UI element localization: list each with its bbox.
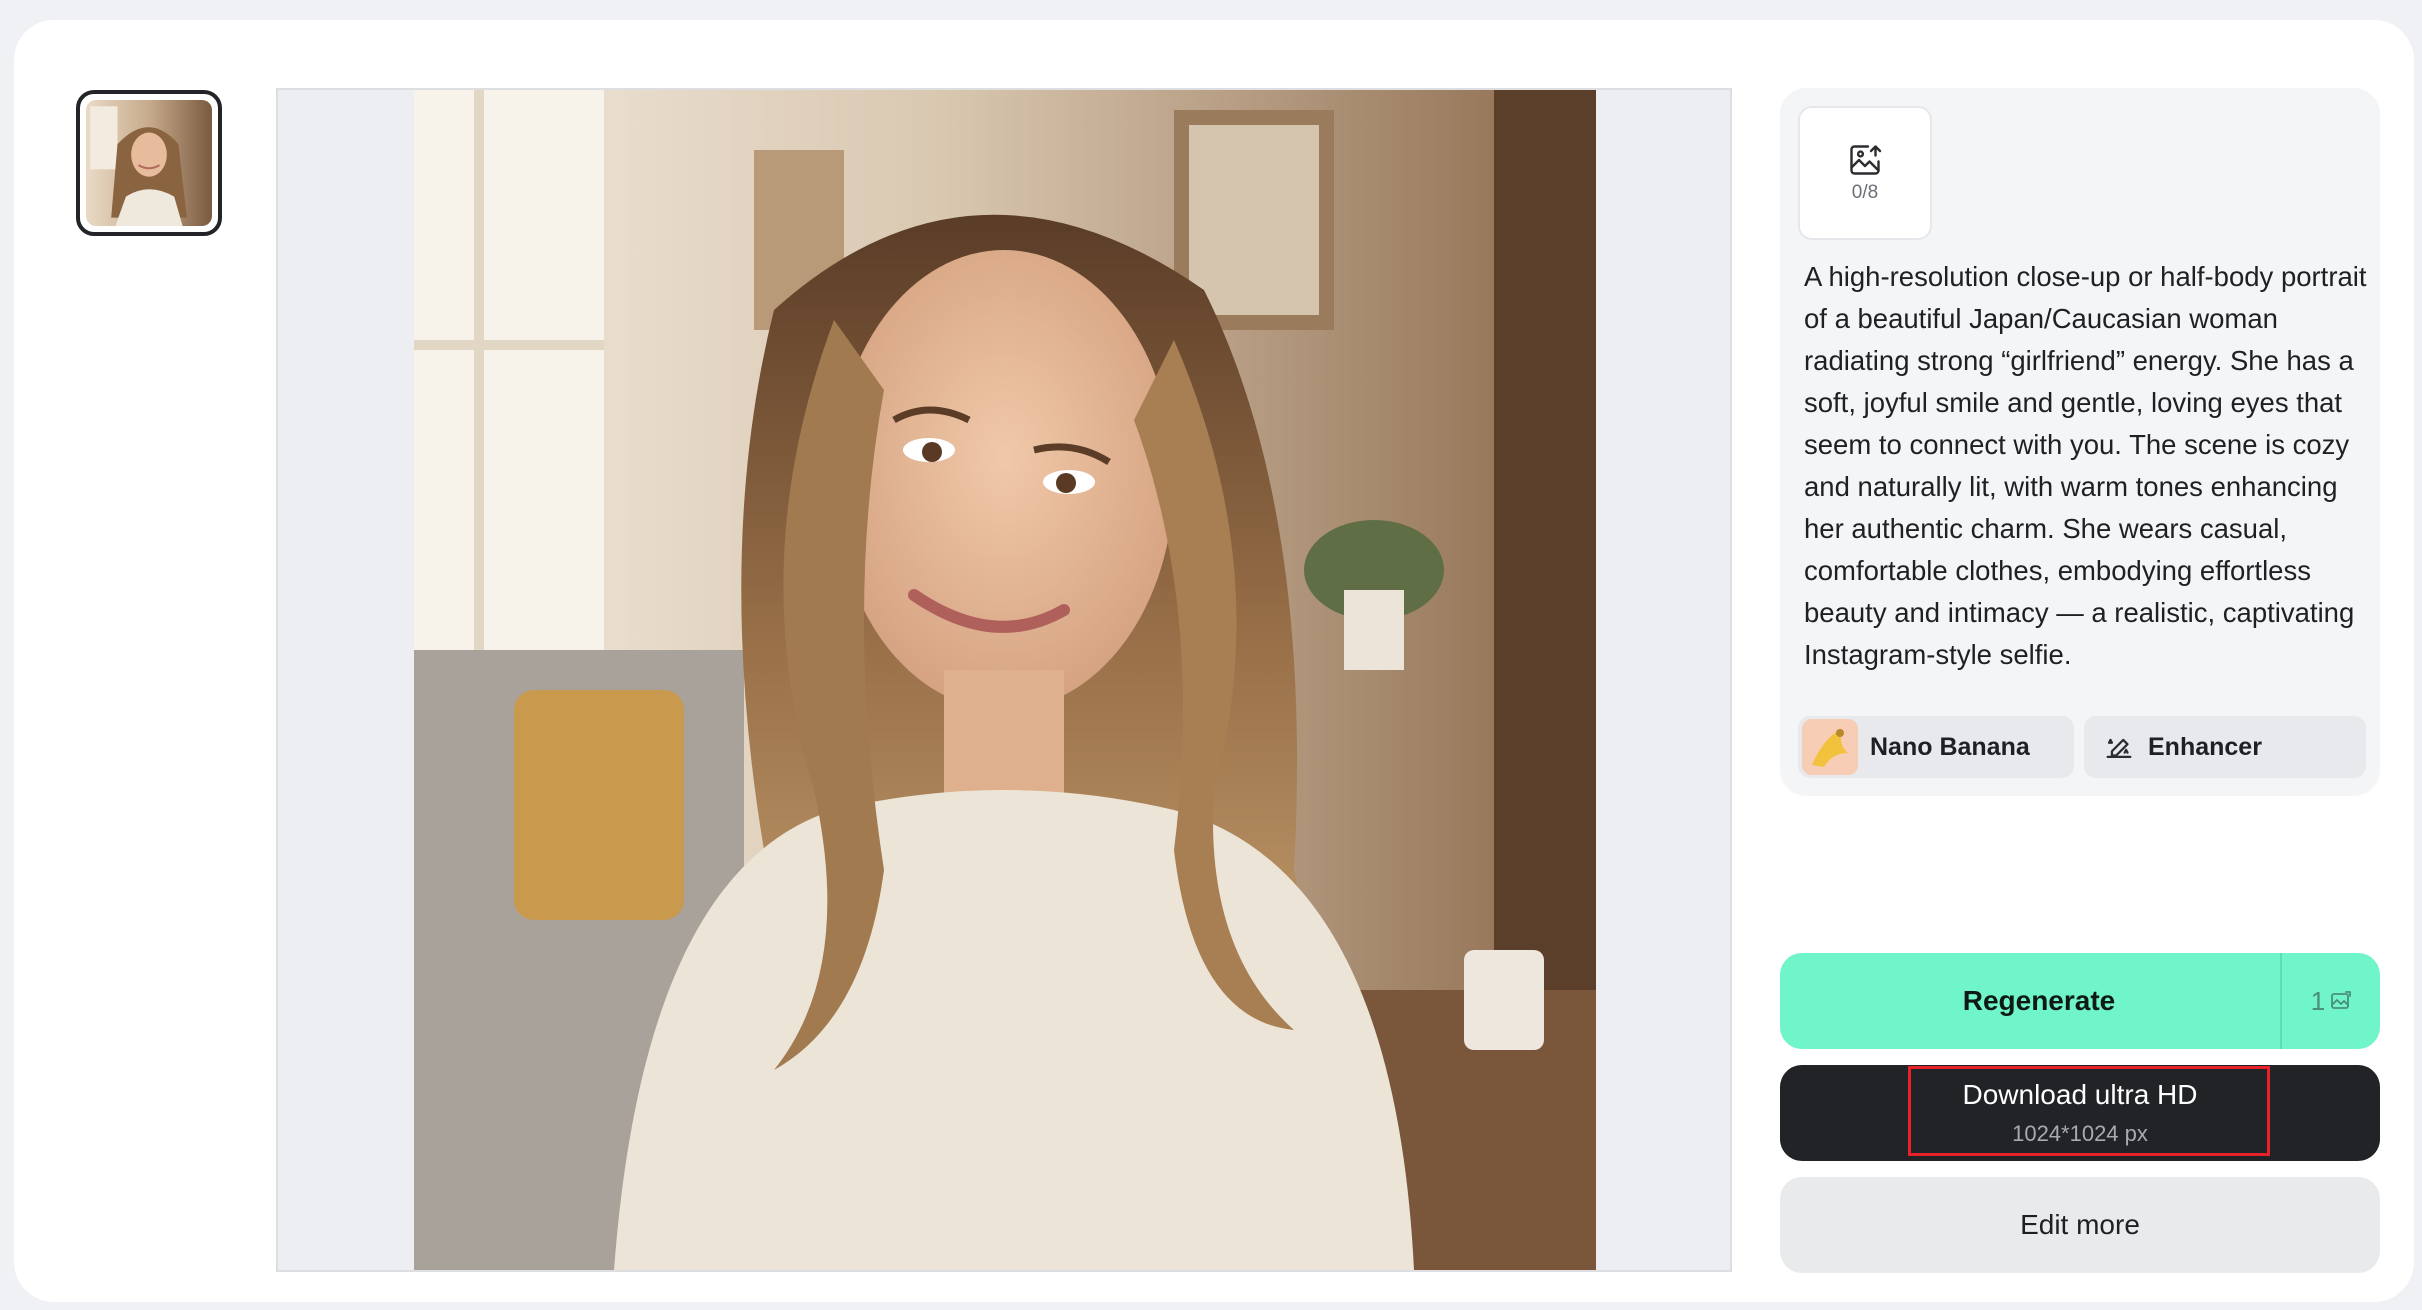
credit-image-icon — [2331, 991, 2352, 1009]
regenerate-divider — [2280, 953, 2282, 1049]
regenerate-cost-value: 1 — [2310, 985, 2326, 1016]
model-label: Nano Banana — [1870, 732, 2030, 761]
portrait-thumbnail — [86, 100, 212, 226]
regenerate-label: Regenerate — [1962, 985, 2116, 1016]
thumbnail-selected[interactable] — [76, 90, 222, 236]
model-selector-button[interactable]: Nano Banana — [1798, 716, 2074, 778]
enhancer-icon — [2102, 730, 2136, 764]
result-card: 0/8 A high-resolution close-up or half-b… — [14, 20, 2414, 1302]
portrait-image — [414, 90, 1596, 1270]
reference-image-upload[interactable]: 0/8 — [1798, 106, 1932, 240]
image-upload-icon — [1850, 145, 1882, 175]
download-resolution: 1024*1024 px — [2012, 1121, 2148, 1146]
upload-count: 0/8 — [1851, 182, 1879, 203]
prompt-text: A high-resolution close-up or half-body … — [1804, 261, 2367, 670]
image-viewer — [276, 88, 1732, 1272]
download-ultra-hd-button[interactable]: Download ultra HD 1024*1024 px — [1780, 1065, 2380, 1161]
enhancer-label: Enhancer — [2148, 732, 2262, 761]
prompt-panel: 0/8 A high-resolution close-up or half-b… — [1780, 88, 2380, 796]
enhancer-button[interactable]: Enhancer — [2084, 716, 2366, 778]
regenerate-button[interactable]: Regenerate 1 — [1780, 953, 2380, 1049]
model-avatar-icon — [1802, 719, 1858, 775]
regenerate-cost: 1 — [2290, 953, 2374, 1049]
edit-more-button[interactable]: Edit more — [1780, 1177, 2380, 1273]
download-label: Download ultra HD — [1962, 1079, 2198, 1110]
